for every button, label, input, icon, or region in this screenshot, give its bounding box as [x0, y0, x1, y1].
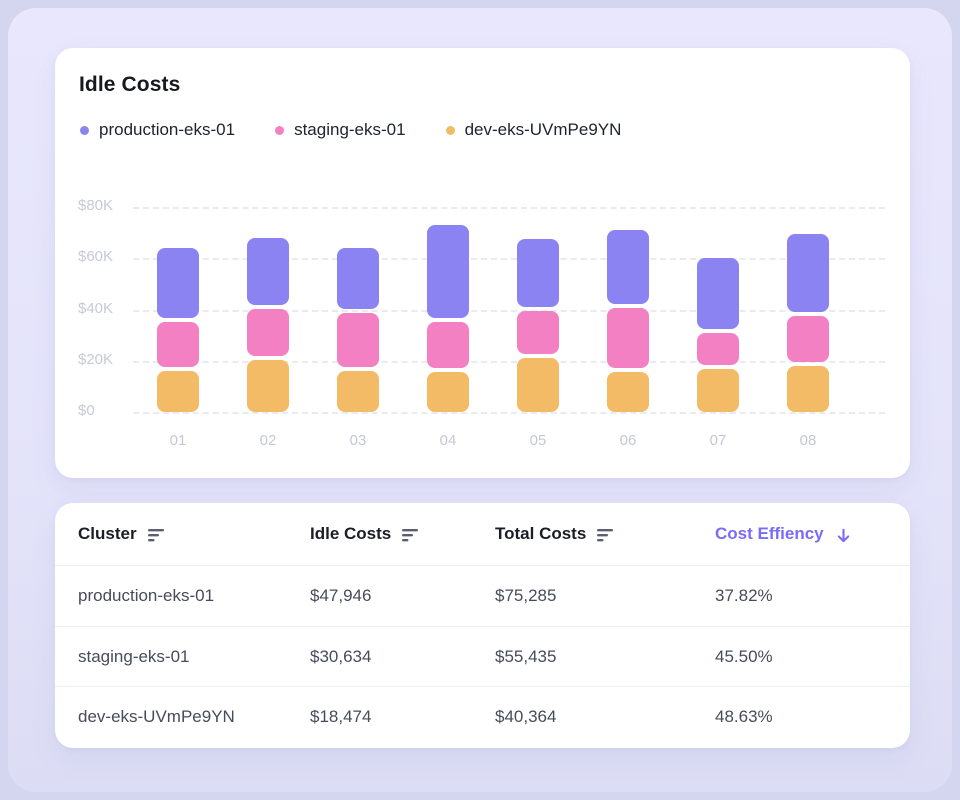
cell-cost-efficiency: 48.63% — [715, 707, 886, 727]
bar-segment-staging-eks-01 — [697, 333, 739, 365]
stacked-bar-06 — [607, 230, 649, 412]
sort-lines-icon — [148, 528, 167, 543]
cell-cluster: dev-eks-UVmPe9YN — [78, 707, 310, 727]
cell-idle-costs: $30,634 — [310, 647, 495, 667]
bar-segment-production-eks-01 — [517, 239, 559, 307]
bar-segment-staging-eks-01 — [427, 322, 469, 368]
cell-cost-efficiency: 37.82% — [715, 586, 886, 606]
column-label: Total Costs — [495, 524, 586, 544]
y-axis-tick-label: $0 — [78, 402, 95, 419]
bar-segment-dev-eks-UVmPe9YN — [157, 371, 199, 412]
bar-segment-production-eks-01 — [247, 238, 289, 306]
bar-segment-production-eks-01 — [427, 225, 469, 318]
bar-segment-production-eks-01 — [787, 234, 829, 312]
cell-cluster: production-eks-01 — [78, 586, 310, 606]
column-header-cluster[interactable]: Cluster — [78, 524, 310, 544]
stacked-bar-01 — [157, 248, 199, 412]
cell-total-costs: $55,435 — [495, 647, 715, 667]
arrow-down-icon — [835, 527, 852, 544]
bar-segment-production-eks-01 — [337, 248, 379, 309]
stacked-bar-05 — [517, 239, 559, 412]
x-axis-tick-label: 07 — [697, 432, 739, 449]
y-axis-tick-label: $60K — [78, 248, 113, 265]
legend-label: production-eks-01 — [99, 120, 235, 140]
bar-segment-dev-eks-UVmPe9YN — [337, 371, 379, 412]
table-row: staging-eks-01 $30,634 $55,435 45.50% — [55, 626, 910, 686]
bar-segment-staging-eks-01 — [157, 322, 199, 367]
x-axis-tick-label: 06 — [607, 432, 649, 449]
bar-segment-dev-eks-UVmPe9YN — [247, 360, 289, 413]
stacked-bar-02 — [247, 238, 289, 412]
bar-segment-production-eks-01 — [697, 258, 739, 328]
column-label: Idle Costs — [310, 524, 391, 544]
stacked-bar-chart: $0 $20K $40K $60K $80K 01 02 03 04 05 06 07 08 — [55, 198, 910, 478]
x-axis-tick-label: 08 — [787, 432, 829, 449]
bar-segment-dev-eks-UVmPe9YN — [607, 372, 649, 412]
gridline — [133, 310, 885, 312]
legend-label: staging-eks-01 — [294, 120, 406, 140]
bar-segment-staging-eks-01 — [787, 316, 829, 362]
legend-item-production[interactable]: production-eks-01 — [80, 120, 235, 140]
gridline — [133, 258, 885, 260]
column-label: Cluster — [78, 524, 137, 544]
x-axis-tick-label: 04 — [427, 432, 469, 449]
legend-dot-dev — [446, 126, 455, 135]
y-axis-tick-label: $40K — [78, 300, 113, 317]
legend-item-staging[interactable]: staging-eks-01 — [275, 120, 406, 140]
column-label: Cost Effiency — [715, 524, 824, 544]
cell-cluster: staging-eks-01 — [78, 647, 310, 667]
sort-lines-icon — [597, 528, 616, 543]
legend-dot-production — [80, 126, 89, 135]
y-axis-tick-label: $80K — [78, 197, 113, 214]
table-row: production-eks-01 $47,946 $75,285 37.82% — [55, 566, 910, 626]
table-row: dev-eks-UVmPe9YN $18,474 $40,364 48.63% — [55, 686, 910, 746]
column-header-total-costs[interactable]: Total Costs — [495, 524, 715, 544]
bar-segment-staging-eks-01 — [517, 311, 559, 355]
y-axis-tick-label: $20K — [78, 351, 113, 368]
x-axis-tick-label: 03 — [337, 432, 379, 449]
gridline — [133, 361, 885, 363]
table-header-row: Cluster Idle Costs Total Costs Cost Effi… — [55, 503, 910, 566]
sort-lines-icon — [402, 528, 421, 543]
dashboard-panel: Idle Costs production-eks-01 staging-eks… — [8, 8, 952, 792]
legend-item-dev[interactable]: dev-eks-UVmPe9YN — [446, 120, 622, 140]
bar-segment-staging-eks-01 — [337, 313, 379, 367]
cell-cost-efficiency: 45.50% — [715, 647, 886, 667]
cluster-costs-table-card: Cluster Idle Costs Total Costs Cost Effi… — [55, 503, 910, 748]
chart-legend: production-eks-01 staging-eks-01 dev-eks… — [80, 120, 621, 140]
bar-segment-staging-eks-01 — [247, 309, 289, 355]
gridline — [133, 207, 885, 209]
bar-segment-dev-eks-UVmPe9YN — [787, 366, 829, 412]
x-axis-tick-label: 01 — [157, 432, 199, 449]
cell-idle-costs: $47,946 — [310, 586, 495, 606]
cell-total-costs: $40,364 — [495, 707, 715, 727]
bar-segment-dev-eks-UVmPe9YN — [697, 369, 739, 413]
cell-idle-costs: $18,474 — [310, 707, 495, 727]
legend-dot-staging — [275, 126, 284, 135]
stacked-bar-04 — [427, 225, 469, 412]
chart-title: Idle Costs — [79, 73, 180, 97]
x-axis-tick-label: 05 — [517, 432, 559, 449]
idle-costs-chart-card: Idle Costs production-eks-01 staging-eks… — [55, 48, 910, 478]
bar-segment-production-eks-01 — [157, 248, 199, 318]
column-header-cost-efficiency[interactable]: Cost Effiency — [715, 524, 886, 544]
x-axis-tick-label: 02 — [247, 432, 289, 449]
column-header-idle-costs[interactable]: Idle Costs — [310, 524, 495, 544]
bar-segment-dev-eks-UVmPe9YN — [517, 358, 559, 412]
cell-total-costs: $75,285 — [495, 586, 715, 606]
stacked-bar-03 — [337, 248, 379, 412]
stacked-bar-08 — [787, 234, 829, 412]
bar-segment-production-eks-01 — [607, 230, 649, 304]
gridline — [133, 412, 885, 414]
bar-segment-dev-eks-UVmPe9YN — [427, 372, 469, 412]
legend-label: dev-eks-UVmPe9YN — [465, 120, 622, 140]
bar-segment-staging-eks-01 — [607, 308, 649, 368]
stacked-bar-07 — [697, 258, 739, 412]
